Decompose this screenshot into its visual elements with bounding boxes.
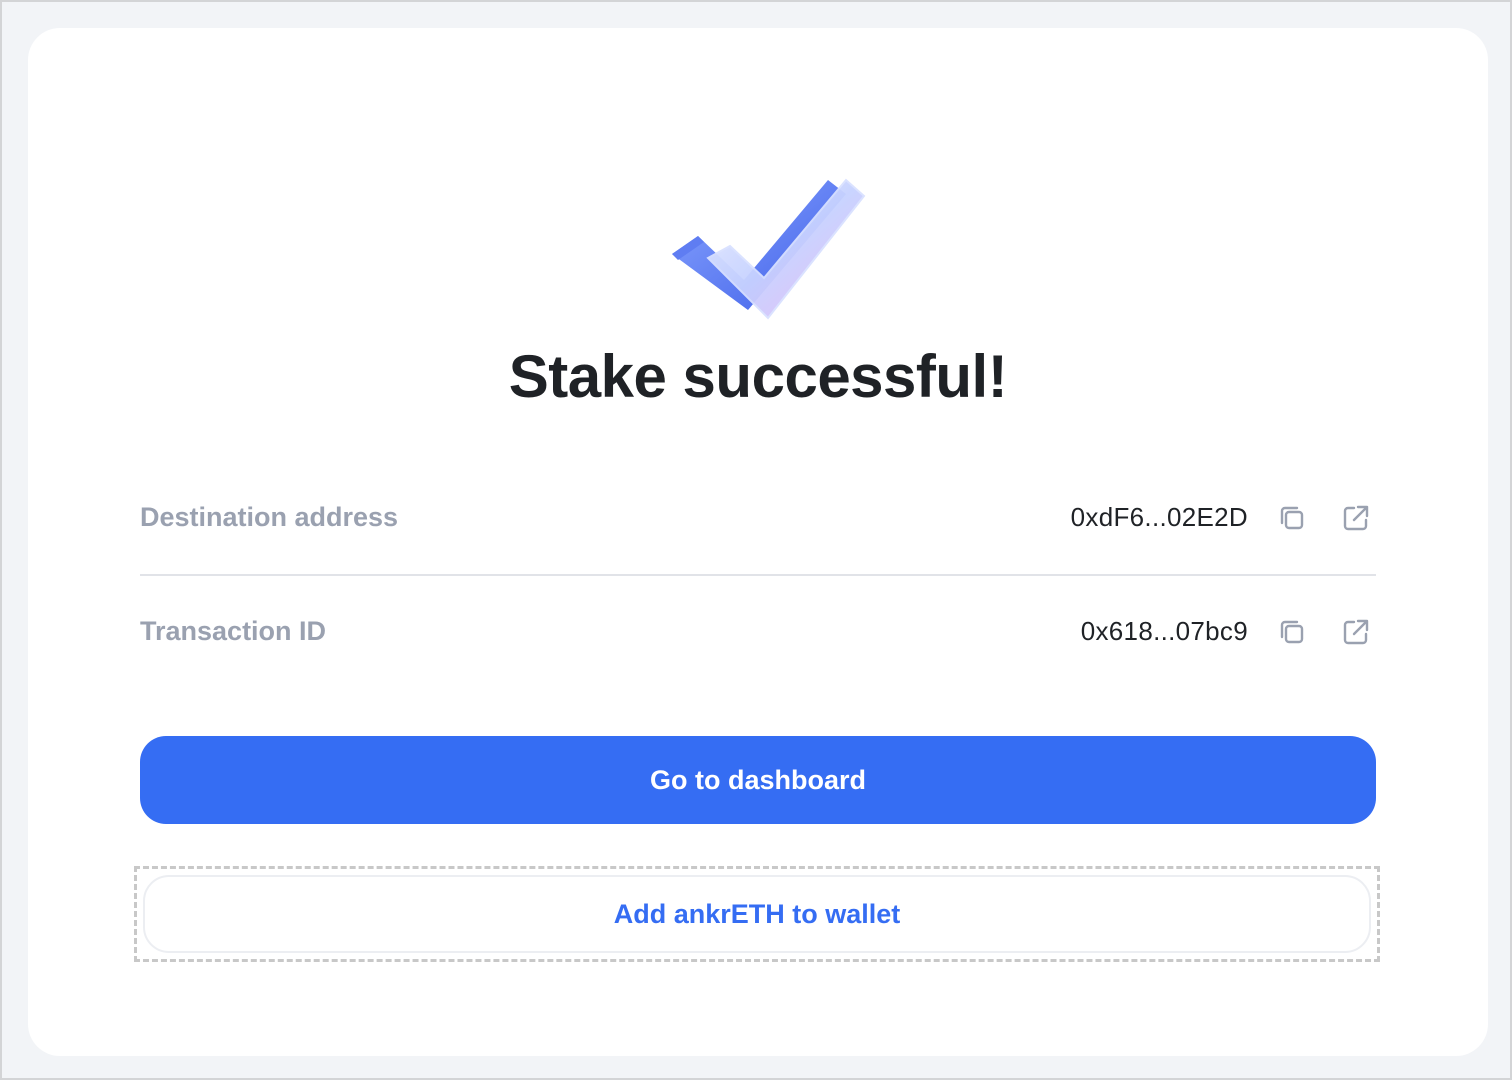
- destination-address-label: Destination address: [140, 502, 399, 532]
- destination-address-row: Destination address 0xdF6...02E2D: [140, 488, 1376, 548]
- destination-address-value: 0xdF6...02E2D: [1070, 502, 1248, 532]
- details-divider: [140, 574, 1376, 576]
- checkmark-3d-icon: [672, 178, 866, 320]
- transaction-id-row: Transaction ID 0x618...07bc9: [140, 602, 1376, 662]
- copy-icon[interactable]: [1274, 614, 1310, 650]
- copy-icon[interactable]: [1274, 500, 1310, 536]
- add-to-wallet-button[interactable]: Add ankrETH to wallet: [143, 875, 1371, 953]
- external-link-icon[interactable]: [1338, 500, 1374, 536]
- page-frame: Stake successful! Destination address 0x…: [0, 0, 1512, 1080]
- focus-outline: Add ankrETH to wallet: [134, 866, 1380, 962]
- external-link-icon[interactable]: [1338, 614, 1374, 650]
- transaction-id-label: Transaction ID: [140, 616, 327, 646]
- transaction-id-value: 0x618...07bc9: [1080, 616, 1248, 646]
- go-to-dashboard-button[interactable]: Go to dashboard: [140, 736, 1376, 824]
- success-card: Stake successful! Destination address 0x…: [28, 28, 1488, 1056]
- page-title: Stake successful!: [508, 343, 1008, 410]
